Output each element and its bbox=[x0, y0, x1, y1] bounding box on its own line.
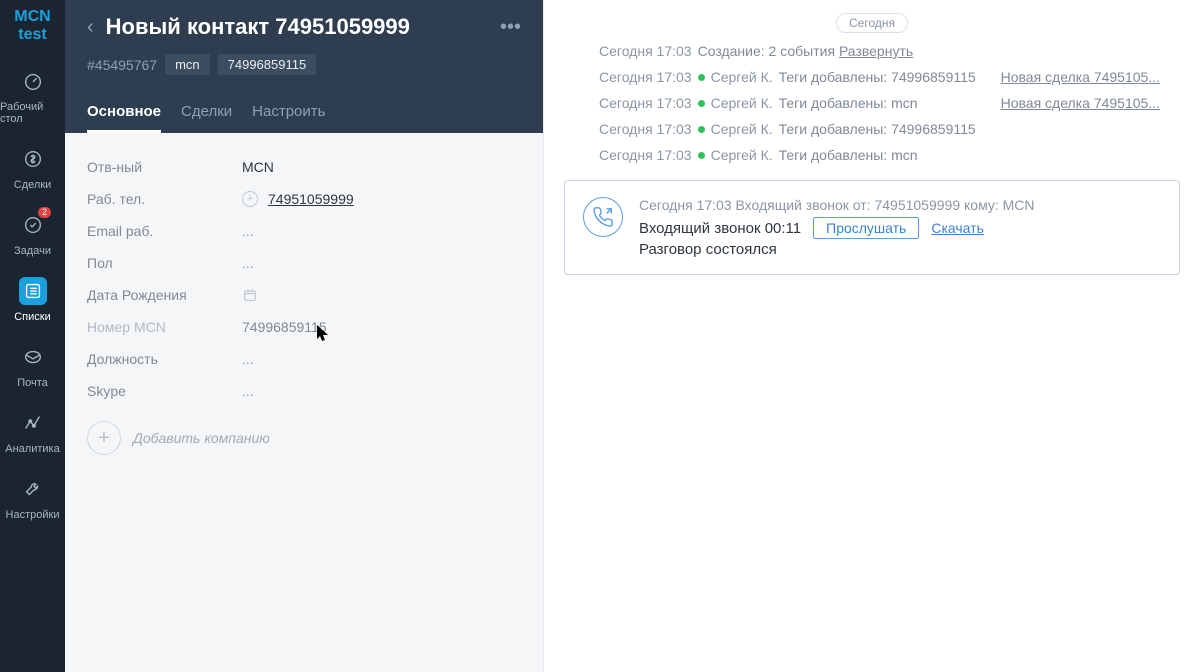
gauge-icon bbox=[19, 67, 47, 95]
field-mcn-number: Номер MCN 74996859115 bbox=[87, 311, 521, 343]
event-time: Сегодня 17:03 bbox=[599, 95, 692, 111]
gender-value[interactable]: ... bbox=[242, 255, 254, 271]
dollar-icon bbox=[19, 145, 47, 173]
event-text: Теги добавлены: 74996859115 bbox=[779, 69, 995, 85]
nav-label: Списки bbox=[14, 311, 51, 323]
call-card: Сегодня 17:03 Входящий звонок от: 749510… bbox=[564, 180, 1180, 275]
expand-link[interactable]: Развернуть bbox=[839, 43, 913, 59]
tabs: Основное Сделки Настроить bbox=[87, 93, 521, 133]
event-user: Сергей К. bbox=[711, 147, 773, 163]
email-value[interactable]: ... bbox=[242, 223, 254, 239]
contact-title: Новый контакт 74951059999 bbox=[106, 14, 488, 40]
call-meta: Сегодня 17:03 Входящий звонок от: 749510… bbox=[639, 197, 1161, 213]
field-dob: Дата Рождения bbox=[87, 279, 521, 311]
event-time: Сегодня 17:03 bbox=[599, 147, 692, 163]
tab-main[interactable]: Основное bbox=[87, 93, 161, 133]
event-text: Теги добавлены: mcn bbox=[779, 95, 995, 111]
status-dot-icon bbox=[698, 126, 705, 133]
brand-logo: MCN test bbox=[14, 8, 50, 43]
listen-button[interactable]: Прослушать bbox=[813, 217, 919, 239]
deal-link[interactable]: Новая сделка 7495105... bbox=[1001, 95, 1160, 111]
brand-line2: test bbox=[14, 26, 50, 44]
phone-incoming-icon bbox=[583, 197, 623, 237]
nav-settings[interactable]: Настройки bbox=[0, 465, 65, 531]
plus-icon: + bbox=[87, 421, 121, 455]
badge: 2 bbox=[38, 207, 51, 218]
nav-analytics[interactable]: Аналитика bbox=[0, 399, 65, 465]
feed-event: Сегодня 17:03 Сергей К. Теги добавлены: … bbox=[564, 90, 1180, 116]
event-user: Сергей К. bbox=[711, 69, 773, 85]
nav-lists[interactable]: Списки bbox=[0, 267, 65, 333]
wrench-icon bbox=[19, 475, 47, 503]
event-user: Сергей К. bbox=[711, 121, 773, 137]
add-company-label: Добавить компанию bbox=[133, 430, 270, 446]
work-phone-value[interactable]: + 74951059999 bbox=[242, 191, 354, 207]
nav-tasks[interactable]: 2 Задачи bbox=[0, 201, 65, 267]
field-gender: Пол ... bbox=[87, 247, 521, 279]
field-work-phone: Раб. тел. + 74951059999 bbox=[87, 183, 521, 215]
position-value[interactable]: ... bbox=[242, 351, 254, 367]
feed-event: Сегодня 17:03 Сергей К. Теги добавлены: … bbox=[564, 142, 1180, 168]
nav-label: Почта bbox=[17, 377, 48, 389]
contact-panel: ‹ Новый контакт 74951059999 ••• #4549576… bbox=[65, 0, 543, 672]
field-responsible: Отв-ный MCN bbox=[87, 151, 521, 183]
nav-deals[interactable]: Сделки bbox=[0, 135, 65, 201]
event-time: Сегодня 17:03 bbox=[599, 121, 692, 137]
nav-desktop[interactable]: Рабочий стол bbox=[0, 57, 65, 135]
nav-label: Задачи bbox=[14, 245, 51, 257]
nav-mail[interactable]: Почта bbox=[0, 333, 65, 399]
fields: Отв-ный MCN Раб. тел. + 74951059999 Emai… bbox=[65, 133, 543, 473]
contact-id: #45495767 bbox=[87, 57, 157, 73]
tag[interactable]: 74996859115 bbox=[218, 54, 317, 75]
event-time: Сегодня 17:03 bbox=[599, 69, 692, 85]
tag[interactable]: mcn bbox=[165, 54, 210, 75]
nav-label: Аналитика bbox=[5, 443, 59, 455]
list-icon bbox=[19, 277, 47, 305]
phone-link[interactable]: 74951059999 bbox=[268, 191, 354, 207]
mcn-number-value[interactable]: 74996859115 bbox=[242, 319, 327, 335]
nav-label: Настройки bbox=[6, 509, 60, 521]
feed-event: Сегодня 17:03 Сергей К. Теги добавлены: … bbox=[564, 116, 1180, 142]
call-title: Входящий звонок 00:11 bbox=[639, 220, 801, 237]
event-text: Теги добавлены: 74996859115 bbox=[779, 121, 1160, 137]
contact-header: ‹ Новый контакт 74951059999 ••• #4549576… bbox=[65, 0, 543, 133]
sidebar: MCN test Рабочий стол Сделки 2 Задачи Сп… bbox=[0, 0, 65, 672]
feed-event: Сегодня 17:03 Сергей К. Теги добавлены: … bbox=[564, 64, 1180, 90]
dob-value[interactable] bbox=[242, 287, 258, 303]
skype-value[interactable]: ... bbox=[242, 383, 254, 399]
nav-label: Сделки bbox=[14, 179, 52, 191]
brand-line1: MCN bbox=[14, 8, 50, 26]
field-email: Email раб. ... bbox=[87, 215, 521, 247]
status-dot-icon bbox=[698, 152, 705, 159]
status-dot-icon bbox=[698, 74, 705, 81]
event-text: Теги добавлены: mcn bbox=[779, 147, 1160, 163]
more-icon[interactable]: ••• bbox=[500, 16, 521, 39]
add-phone-icon[interactable]: + bbox=[242, 191, 258, 207]
tab-config[interactable]: Настроить bbox=[252, 93, 325, 133]
nav-label: Рабочий стол bbox=[0, 101, 65, 125]
envelope-icon bbox=[19, 343, 47, 371]
back-button[interactable]: ‹ bbox=[87, 17, 94, 37]
event-user: Сергей К. bbox=[711, 95, 773, 111]
responsible-value[interactable]: MCN bbox=[242, 159, 274, 175]
call-result: Разговор состоялся bbox=[639, 241, 1161, 258]
field-skype: Skype ... bbox=[87, 375, 521, 407]
feed-event: Сегодня 17:03 Создание: 2 события Развер… bbox=[564, 38, 1180, 64]
deal-link[interactable]: Новая сделка 7495105... bbox=[1001, 69, 1160, 85]
add-company-button[interactable]: + Добавить компанию bbox=[87, 421, 521, 455]
field-position: Должность ... bbox=[87, 343, 521, 375]
chart-icon bbox=[19, 409, 47, 437]
feed-date-badge: Сегодня bbox=[564, 14, 1180, 30]
tab-deals[interactable]: Сделки bbox=[181, 93, 232, 133]
download-link[interactable]: Скачать bbox=[931, 220, 984, 236]
calendar-icon bbox=[242, 287, 258, 303]
event-time: Сегодня 17:03 bbox=[599, 43, 692, 59]
status-dot-icon bbox=[698, 100, 705, 107]
feed-panel: Сегодня Сегодня 17:03 Создание: 2 событи… bbox=[543, 0, 1200, 672]
